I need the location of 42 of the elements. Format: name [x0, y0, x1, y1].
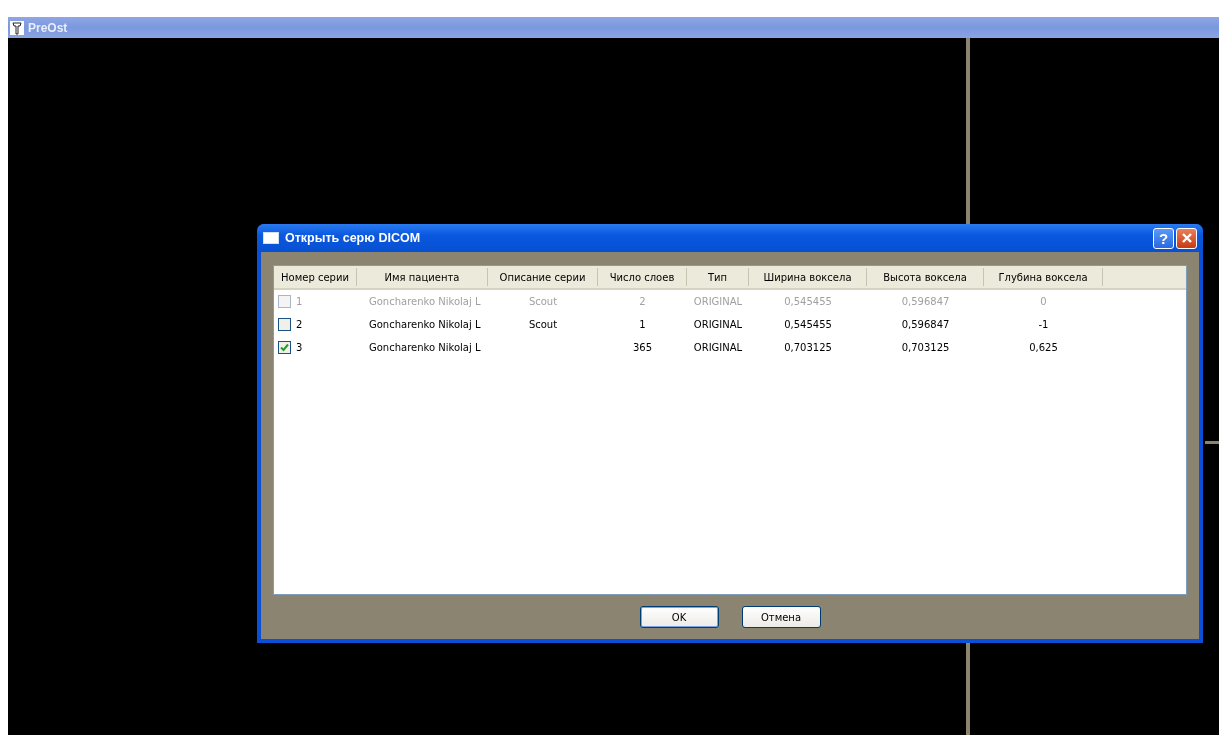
column-header[interactable]: Тип — [687, 268, 749, 286]
table-cell: Goncharenko Nikolaj L — [369, 296, 481, 307]
table-cell: 365 — [632, 342, 653, 353]
column-header[interactable]: Описание серии — [488, 268, 598, 286]
table-cell: 0,545455 — [784, 296, 832, 307]
column-header[interactable]: Ширина воксела — [749, 268, 867, 286]
dialog-button[interactable]: Отмена — [741, 606, 821, 628]
table-cell: Goncharenko Nikolaj L — [369, 319, 481, 330]
table-cell: 0,596847 — [901, 296, 950, 307]
dialog-title: Открыть серю DICOM — [285, 231, 422, 245]
series-number: 2 — [296, 319, 303, 330]
table-cell: Goncharenko Nikolaj L — [369, 342, 481, 353]
table-cell: 2 — [639, 296, 646, 307]
column-header[interactable]: Высота воксела — [867, 268, 984, 286]
table-cell: -1 — [1038, 319, 1049, 330]
table-cell: ORIGINAL — [693, 296, 743, 307]
table-cell: 0,596847 — [901, 319, 950, 330]
window-icon — [263, 232, 279, 244]
series-number: 3 — [296, 342, 303, 353]
checkbox[interactable] — [278, 318, 291, 331]
table-cell: 0,703125 — [784, 342, 832, 353]
column-header[interactable]: Имя пациента — [357, 268, 488, 286]
app-title: PreOst — [28, 20, 68, 35]
help-button[interactable]: ? — [1153, 227, 1174, 249]
close-icon — [1180, 232, 1193, 244]
column-header[interactable]: Глубина воксела — [984, 268, 1103, 286]
table-cell: 0 — [1040, 296, 1047, 307]
table-cell: 0,625 — [1029, 342, 1058, 353]
dialog-button[interactable]: OK — [639, 606, 719, 628]
column-header[interactable]: Число слоев — [598, 268, 687, 286]
table-cell: ORIGINAL — [693, 342, 743, 353]
checkbox[interactable] — [278, 341, 291, 354]
table-cell: 1 — [639, 319, 646, 330]
table-cell: Scout — [528, 296, 558, 307]
table-cell: Scout — [528, 319, 558, 330]
table-cell: 0,703125 — [901, 342, 950, 353]
app-icon — [10, 20, 24, 35]
close-button[interactable] — [1176, 227, 1197, 249]
table-cell: 0,545455 — [784, 319, 832, 330]
table-cell: ORIGINAL — [693, 319, 743, 330]
column-header[interactable]: Номер серии — [274, 268, 357, 286]
series-number: 1 — [296, 296, 303, 307]
